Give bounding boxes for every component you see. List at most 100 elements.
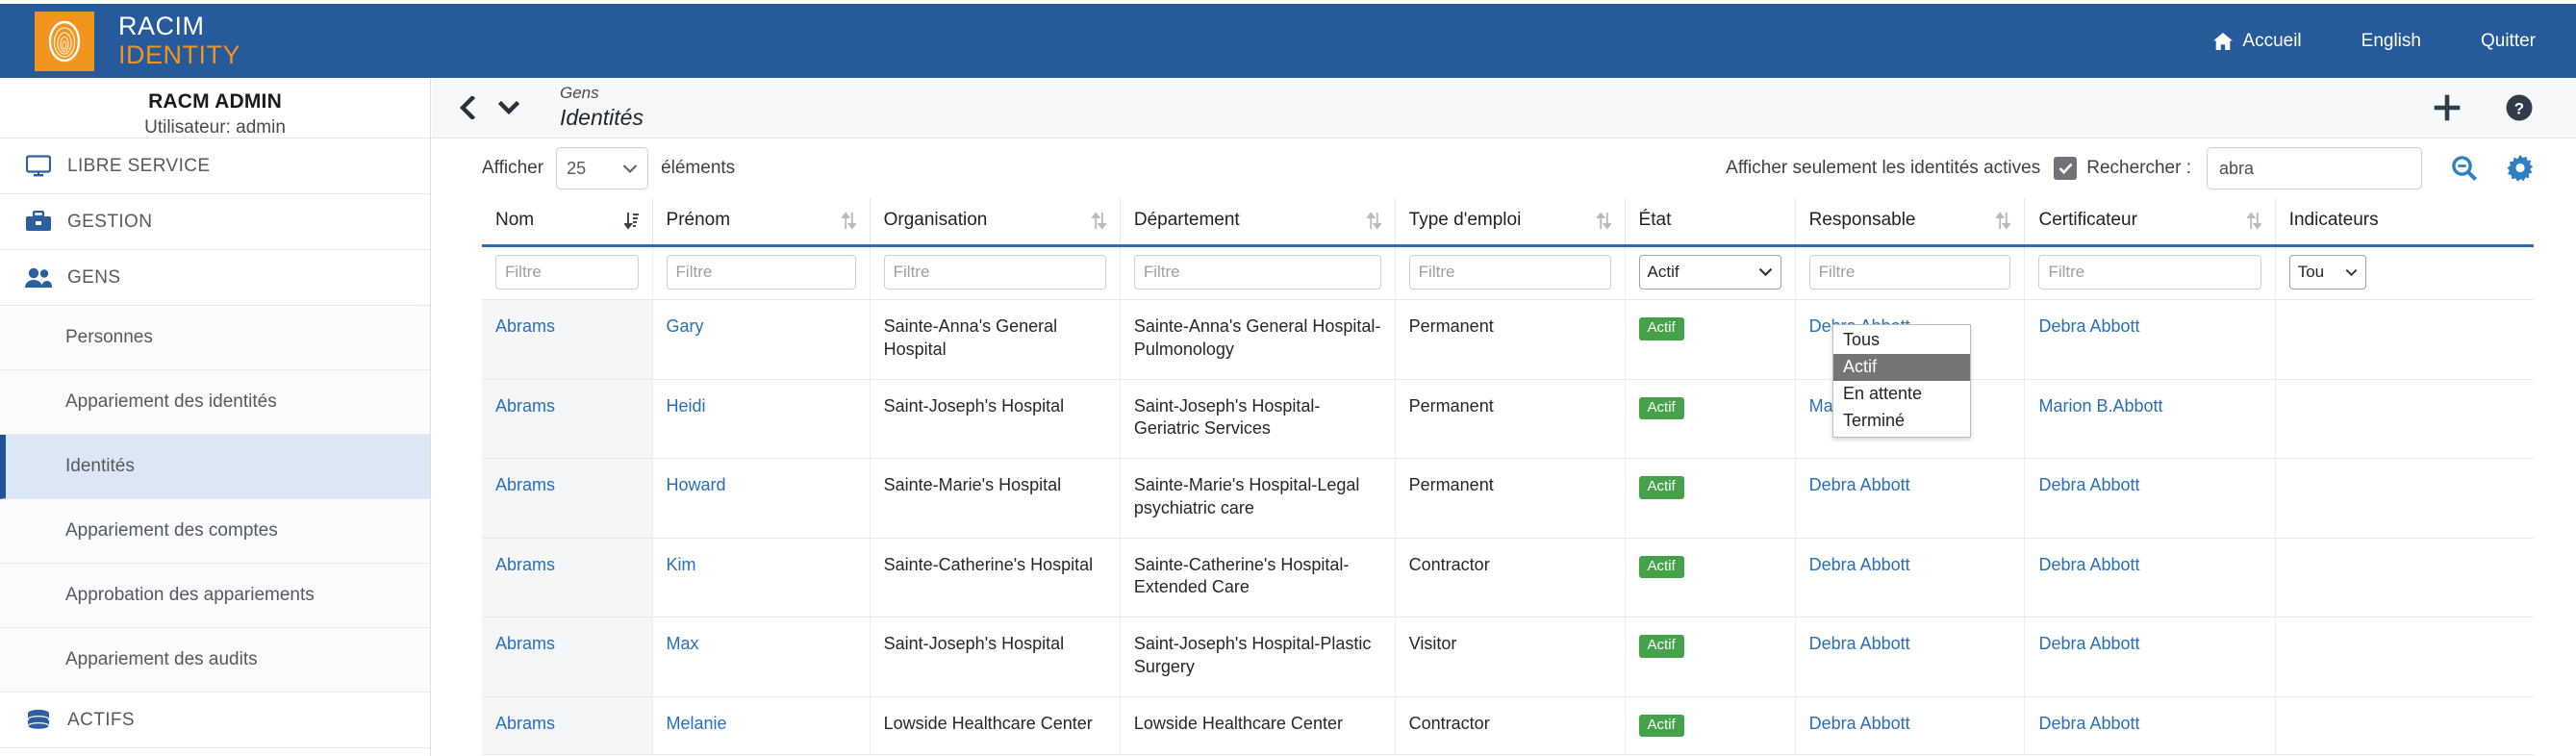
- nom-link[interactable]: Abrams: [495, 475, 555, 494]
- responsable-link[interactable]: Debra Abbott: [1809, 634, 1910, 653]
- sort-icon: [1091, 211, 1106, 230]
- cell-type-emploi: Contractor: [1395, 538, 1626, 617]
- cell-type-emploi: Permanent: [1395, 299, 1626, 380]
- sidebar-label: Appariement des identités: [65, 391, 277, 412]
- table-row[interactable]: Abrams Melanie Lowside Healthcare Center…: [482, 696, 2534, 755]
- prenom-link[interactable]: Howard: [667, 475, 726, 494]
- column-header-responsable[interactable]: Responsable: [1795, 198, 2026, 247]
- column-header-prenom[interactable]: Prénom: [652, 198, 871, 247]
- table-row[interactable]: Abrams Gary Sainte-Anna's General Hospit…: [482, 299, 2534, 380]
- sidebar-item-acces[interactable]: ACCÈS: [0, 748, 430, 756]
- search-input[interactable]: [2207, 147, 2422, 189]
- column-header-type-emploi[interactable]: Type d'emploi: [1395, 198, 1626, 247]
- certificateur-link[interactable]: Debra Abbott: [2038, 316, 2139, 336]
- nav-english[interactable]: English: [2361, 31, 2421, 52]
- plus-icon[interactable]: [2434, 94, 2461, 121]
- filter-input-prenom[interactable]: [666, 255, 856, 290]
- sidebar-item-gestion[interactable]: GESTION: [0, 194, 430, 250]
- dropdown-option-termine[interactable]: Terminé: [1833, 408, 1970, 435]
- nav-quitter[interactable]: Quitter: [2481, 31, 2536, 52]
- certificateur-link[interactable]: Marion B.Abbott: [2038, 396, 2162, 416]
- sidebar-label: Appariement des comptes: [65, 520, 278, 541]
- filter-cell-responsable: [1795, 245, 2026, 300]
- cell-type-emploi: Permanent: [1395, 379, 1626, 459]
- nom-link[interactable]: Abrams: [495, 714, 555, 733]
- app-window: RACIM IDENTITY Accueil English Quitter R…: [0, 0, 2576, 756]
- filter-input-responsable[interactable]: [1808, 255, 2011, 290]
- cell-nom: Abrams: [482, 538, 653, 617]
- filter-select-etat[interactable]: Actif: [1638, 255, 1781, 290]
- table-row[interactable]: Abrams Heidi Saint-Joseph's Hospital Sai…: [482, 379, 2534, 459]
- cell-indicateurs: [2275, 299, 2534, 380]
- sidebar-item-gens[interactable]: GENS: [0, 250, 430, 306]
- sidebar-item-appariement-identites[interactable]: Appariement des identités: [0, 370, 430, 435]
- column-header-indicateurs[interactable]: Indicateurs: [2275, 198, 2534, 247]
- column-header-nom[interactable]: Nom: [482, 198, 653, 247]
- search-minus-icon[interactable]: [2451, 155, 2478, 182]
- sidebar-item-appariement-comptes[interactable]: Appariement des comptes: [0, 499, 430, 564]
- responsable-link[interactable]: Debra Abbott: [1809, 555, 1910, 574]
- home-icon: [2213, 32, 2234, 50]
- prenom-link[interactable]: Gary: [667, 316, 704, 336]
- help-circle-icon[interactable]: ?: [2505, 93, 2534, 122]
- filter-input-certificateur[interactable]: [2038, 255, 2261, 290]
- chevron-down-icon[interactable]: [498, 98, 519, 117]
- sidebar-item-identites[interactable]: Identités: [0, 435, 430, 499]
- status-badge: Actif: [1638, 317, 1684, 340]
- table-row[interactable]: Abrams Kim Sainte-Catherine's Hospital S…: [482, 538, 2534, 617]
- filter-select-indicateurs[interactable]: Tou: [2288, 255, 2366, 290]
- cell-organisation: Lowside Healthcare Center: [870, 696, 1121, 755]
- brand-line-2: IDENTITY: [118, 40, 241, 69]
- column-header-organisation[interactable]: Organisation: [870, 198, 1121, 247]
- prenom-link[interactable]: Kim: [667, 555, 696, 574]
- column-label: Responsable: [1808, 210, 1916, 230]
- cell-etat: Actif: [1625, 458, 1796, 539]
- chevron-left-icon[interactable]: [459, 96, 475, 119]
- cell-organisation: Sainte-Catherine's Hospital: [870, 538, 1121, 617]
- page-length-select[interactable]: 25: [556, 147, 649, 189]
- certificateur-link[interactable]: Debra Abbott: [2038, 634, 2139, 653]
- sidebar-item-personnes[interactable]: Personnes: [0, 306, 430, 370]
- gear-icon[interactable]: [2507, 155, 2534, 182]
- column-label: Indicateurs: [2288, 210, 2379, 230]
- dropdown-option-actif[interactable]: Actif: [1833, 354, 1970, 381]
- column-header-certificateur[interactable]: Certificateur: [2024, 198, 2276, 247]
- table-row[interactable]: Abrams Howard Sainte-Marie's Hospital Sa…: [482, 458, 2534, 539]
- cell-nom: Abrams: [482, 458, 653, 539]
- column-header-departement[interactable]: Département: [1120, 198, 1396, 247]
- nom-link[interactable]: Abrams: [495, 634, 555, 653]
- table-row[interactable]: Abrams Max Saint-Joseph's Hospital Saint…: [482, 617, 2534, 697]
- dropdown-option-en-attente[interactable]: En attente: [1833, 381, 1970, 408]
- filter-input-departement[interactable]: [1133, 255, 1381, 290]
- column-label: Certificateur: [2038, 210, 2137, 230]
- nav-accueil[interactable]: Accueil: [2213, 31, 2302, 52]
- responsable-link[interactable]: Debra Abbott: [1809, 475, 1910, 494]
- nom-link[interactable]: Abrams: [495, 316, 555, 336]
- certificateur-link[interactable]: Debra Abbott: [2038, 714, 2139, 733]
- prenom-link[interactable]: Heidi: [667, 396, 706, 416]
- filter-input-organisation[interactable]: [883, 255, 1106, 290]
- nom-link[interactable]: Abrams: [495, 396, 555, 416]
- cell-indicateurs: [2275, 617, 2534, 697]
- sidebar-item-appariement-audits[interactable]: Appariement des audits: [0, 628, 430, 693]
- etat-dropdown-menu[interactable]: Tous Actif En attente Terminé: [1832, 324, 1971, 438]
- column-header-etat[interactable]: État: [1625, 198, 1796, 247]
- breadcrumb-parent[interactable]: Gens: [560, 84, 644, 103]
- filter-input-nom[interactable]: [495, 255, 639, 290]
- nom-link[interactable]: Abrams: [495, 555, 555, 574]
- dropdown-option-tous[interactable]: Tous: [1833, 327, 1970, 354]
- cell-indicateurs: [2275, 458, 2534, 539]
- prenom-link[interactable]: Melanie: [667, 714, 727, 733]
- prenom-link[interactable]: Max: [667, 634, 699, 653]
- responsable-link[interactable]: Debra Abbott: [1809, 714, 1910, 733]
- sidebar-item-approbation-appariements[interactable]: Approbation des appariements: [0, 564, 430, 628]
- sidebar-item-actifs[interactable]: ACTIFS: [0, 693, 430, 748]
- brand-logo[interactable]: RACIM IDENTITY: [35, 11, 241, 71]
- cell-prenom: Max: [652, 617, 871, 697]
- filter-input-type-emploi[interactable]: [1408, 255, 1611, 290]
- certificateur-link[interactable]: Debra Abbott: [2038, 555, 2139, 574]
- certificateur-link[interactable]: Debra Abbott: [2038, 475, 2139, 494]
- table-toolbar: Afficher 25 éléments Afficher seulement …: [432, 139, 2576, 198]
- sidebar-item-libre-service[interactable]: LIBRE SERVICE: [0, 139, 430, 194]
- active-only-checkbox[interactable]: [2054, 157, 2078, 180]
